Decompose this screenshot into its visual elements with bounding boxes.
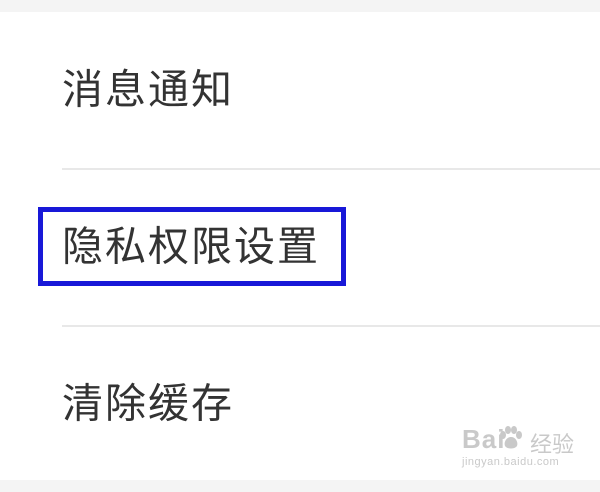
settings-list: 消息通知 隐私权限设置 清除缓存 — [0, 12, 600, 480]
settings-item-message-notification[interactable]: 消息通知 — [0, 12, 600, 168]
settings-item-label: 隐私权限设置 — [62, 222, 320, 271]
bottom-spacer — [0, 480, 600, 492]
top-spacer — [0, 0, 600, 12]
settings-item-clear-cache[interactable]: 清除缓存 — [0, 326, 600, 482]
settings-item-label: 清除缓存 — [62, 379, 234, 428]
settings-item-label: 消息通知 — [62, 65, 234, 114]
settings-item-privacy-permissions[interactable]: 隐私权限设置 — [0, 169, 600, 325]
